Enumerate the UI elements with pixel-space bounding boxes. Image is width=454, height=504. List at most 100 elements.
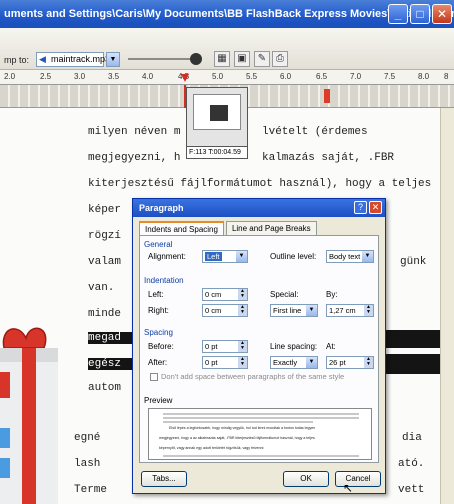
- alignment-select[interactable]: Left ▼: [202, 250, 248, 263]
- ruler-tick: 6.0: [280, 72, 292, 81]
- doc-line: egné: [74, 432, 101, 444]
- ruler-tick: 2.0: [4, 72, 16, 81]
- left-indent-value: 0 cm: [205, 290, 222, 299]
- outline-level-select[interactable]: Body text ▼: [326, 250, 374, 263]
- player-toolbar: mp to: ◀ maintrack.mp3 ▼ ▦ ▣ ✎ ⎙: [0, 28, 454, 70]
- ruler-tick: 3.0: [74, 72, 86, 81]
- sound-file-value: maintrack.mp3: [51, 54, 111, 64]
- spinner-icon[interactable]: ▲ ▼: [238, 357, 247, 368]
- right-indent-input[interactable]: 0 cm ▲ ▼: [202, 304, 248, 317]
- close-window-button[interactable]: ✕: [432, 4, 452, 24]
- thumbnail-caption: F:113 T:00:04.59: [187, 146, 247, 158]
- dialog-tabs: Indents and Spacing Line and Page Breaks: [139, 221, 319, 235]
- checkbox-box[interactable]: [150, 373, 158, 382]
- mouse-cursor-icon: ↖: [343, 481, 354, 495]
- dont-add-space-label: Don't add space between paragraphs of th…: [161, 372, 345, 381]
- ruler-tick: 4.0: [142, 72, 154, 81]
- alignment-label: Alignment:: [148, 252, 186, 261]
- frame-thumbnail: F:113 T:00:04.59: [186, 87, 248, 159]
- preview-sample: képernyőt, vagy annak egy adott területé…: [159, 446, 264, 450]
- timeline-ruler: 2.0 2.5 3.0 3.5 4.0 4.5 5.0 5.5 6.0 6.5 …: [0, 70, 454, 84]
- by-value: 1,27 cm: [329, 306, 356, 315]
- ruler-tick: 2.5: [40, 72, 52, 81]
- window-titlebar: uments and Settings\Caris\My Documents\B…: [0, 0, 454, 28]
- jump-to-label: mp to:: [4, 55, 30, 65]
- grid-icon[interactable]: ▣: [234, 51, 250, 67]
- at-label: At:: [326, 342, 336, 351]
- volume-slider-track[interactable]: [128, 58, 192, 60]
- spinner-icon[interactable]: ▲ ▼: [238, 305, 247, 316]
- doc-line-right: lvételt (érdemes: [262, 126, 368, 138]
- before-input[interactable]: 0 pt ▲ ▼: [202, 340, 248, 353]
- at-input[interactable]: 26 pt ▲ ▼: [326, 356, 374, 369]
- sound-dropdown-button[interactable]: ▼: [106, 52, 120, 67]
- preview-sample: megjegyezni, hogy a az alkalmazás saját,…: [159, 436, 315, 440]
- at-value: 26 pt: [329, 358, 346, 367]
- ruler-tick: 8.0: [418, 72, 430, 81]
- frame-icon[interactable]: ▦: [214, 51, 230, 67]
- dont-add-space-checkbox[interactable]: Don't add space between paragraphs of th…: [150, 372, 345, 382]
- outline-level-label: Outline level:: [270, 252, 317, 261]
- spacing-group-label: Spacing: [144, 328, 173, 337]
- dialog-title: Paragraph: [133, 199, 385, 217]
- keyframe-marker[interactable]: [324, 89, 330, 103]
- ruler-tick: 5.5: [246, 72, 258, 81]
- special-select[interactable]: First line ▼: [270, 304, 318, 317]
- after-label: After:: [148, 358, 168, 367]
- print-icon[interactable]: ⎙: [272, 51, 288, 67]
- doc-line: képer: [88, 204, 122, 216]
- gift-box-decoration: [0, 327, 58, 504]
- selection-block: [386, 354, 440, 374]
- line-spacing-label: Line spacing:: [270, 342, 318, 351]
- spinner-icon[interactable]: ▲ ▼: [364, 305, 373, 316]
- doc-line: lash: [74, 458, 101, 470]
- thumbnail-preview: [193, 94, 241, 130]
- thumbnail-time: T:00:04.59: [208, 149, 241, 156]
- chevron-down-icon: ▼: [362, 251, 373, 262]
- special-label: Special:: [270, 290, 299, 299]
- right-indent-value: 0 cm: [205, 306, 222, 315]
- thumbnail-frame: F:113: [189, 149, 207, 156]
- sound-file-select[interactable]: ◀ maintrack.mp3: [36, 52, 110, 67]
- preview-sample: Első lépés a legfontosabb, hogy mindig v…: [169, 426, 316, 430]
- ok-button[interactable]: OK: [283, 471, 329, 487]
- alignment-value: Left: [205, 252, 222, 261]
- help-button[interactable]: ?: [354, 201, 367, 214]
- special-value: First line: [273, 306, 302, 315]
- ruler-tick: 6.5: [316, 72, 328, 81]
- left-indent-input[interactable]: 0 cm ▲ ▼: [202, 288, 248, 301]
- spinner-icon[interactable]: ▲ ▼: [238, 341, 247, 352]
- tab-indents-spacing[interactable]: Indents and Spacing: [139, 221, 224, 235]
- playhead-marker[interactable]: [181, 74, 189, 82]
- line-spacing-select[interactable]: Exactly ▼: [270, 356, 318, 369]
- doc-line: megjegyezni, h: [88, 152, 181, 164]
- doc-line-selected: megad: [88, 332, 132, 344]
- doc-line-right: vett: [398, 484, 425, 496]
- doc-line: rögzí: [88, 230, 122, 242]
- doc-line-right: ató.: [398, 458, 425, 470]
- dialog-close-button[interactable]: ✕: [369, 201, 382, 214]
- preview-label: Preview: [144, 396, 173, 405]
- maximize-button[interactable]: □: [410, 4, 430, 24]
- left-indent-label: Left:: [148, 290, 164, 299]
- by-input[interactable]: 1,27 cm ▲ ▼: [326, 304, 374, 317]
- vertical-scrollbar[interactable]: [440, 108, 454, 504]
- minimize-button[interactable]: _: [388, 4, 408, 24]
- after-input[interactable]: 0 pt ▲ ▼: [202, 356, 248, 369]
- doc-line: van.: [88, 282, 115, 294]
- ruler-tick: 7.0: [350, 72, 362, 81]
- edit-icon[interactable]: ✎: [254, 51, 270, 67]
- tab-line-page-breaks[interactable]: Line and Page Breaks: [225, 221, 317, 235]
- doc-line-right: günk: [400, 256, 427, 268]
- tabs-button[interactable]: Tabs...: [141, 471, 187, 487]
- general-group-label: General: [144, 240, 173, 249]
- speaker-icon: ◀: [39, 54, 46, 64]
- window-title: uments and Settings\Caris\My Documents\B…: [4, 8, 454, 20]
- doc-line-selected: egész: [88, 358, 132, 370]
- spinner-icon[interactable]: ▲ ▼: [238, 289, 247, 300]
- before-value: 0 pt: [205, 342, 218, 351]
- spinner-icon[interactable]: ▲ ▼: [364, 357, 373, 368]
- volume-slider-knob[interactable]: [190, 53, 202, 65]
- chevron-down-icon: ▼: [306, 357, 317, 368]
- cancel-button[interactable]: Cancel: [335, 471, 381, 487]
